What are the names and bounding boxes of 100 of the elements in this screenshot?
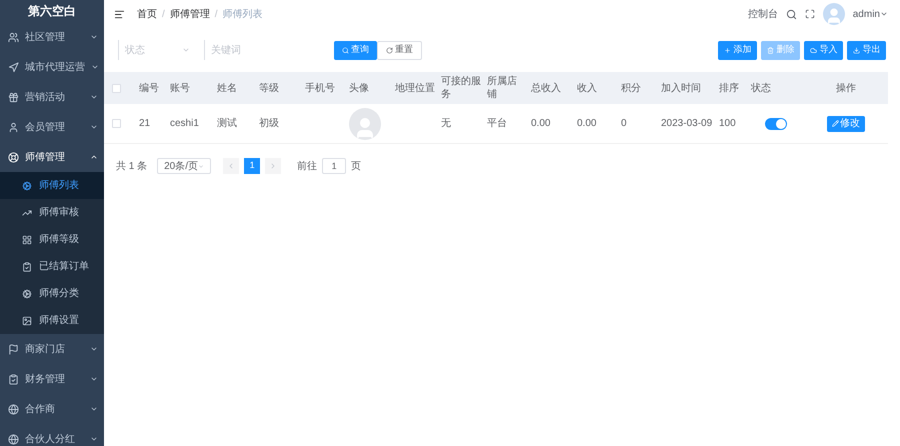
- clipboard-icon: [8, 374, 19, 384]
- table-cell-text: 0.00: [531, 117, 550, 131]
- menu-item[interactable]: 商家门店: [0, 334, 104, 364]
- checkbox[interactable]: [112, 119, 121, 128]
- grid-icon: [22, 234, 32, 244]
- user-icon: [8, 122, 19, 132]
- chevron-icon: [90, 153, 98, 161]
- table-cell-text: ceshi1: [170, 117, 199, 131]
- chevron-icon: [91, 63, 99, 71]
- flag-icon: [8, 344, 19, 354]
- gift-icon: [8, 92, 19, 102]
- plus-icon: [724, 46, 730, 54]
- breadcrumb-separator: /: [162, 8, 165, 22]
- page-button[interactable]: 1: [244, 158, 260, 174]
- navigation-icon: [8, 62, 19, 72]
- table-cell-text: 100: [719, 117, 736, 131]
- logo: 第六空白: [27, 3, 77, 20]
- column-header: 姓名: [217, 82, 237, 94]
- menu-item[interactable]: 城市代理运营: [0, 52, 104, 82]
- menu-item[interactable]: 合作商: [0, 394, 104, 424]
- breadcrumb-item: 师傅列表: [222, 8, 263, 22]
- download-icon: [852, 46, 860, 54]
- column-header: 状态: [751, 82, 771, 94]
- page-unit: 页: [351, 160, 362, 174]
- globe-icon: [8, 434, 19, 444]
- submenu-item[interactable]: 师傅审核: [0, 199, 104, 226]
- search-icon: [342, 46, 349, 54]
- gear-icon: [22, 288, 32, 298]
- table-cell-text: 0.00: [577, 117, 596, 131]
- avatar: [349, 108, 381, 140]
- chevron-icon: [90, 345, 98, 353]
- column-header: 头像: [349, 82, 369, 94]
- column-header: 操作: [836, 82, 856, 94]
- reset-button[interactable]: 重置: [377, 40, 422, 60]
- column-header: 编号: [139, 82, 159, 94]
- submenu-item[interactable]: 已结算订单: [0, 253, 104, 280]
- chevron-icon: [90, 33, 98, 41]
- chevron-icon[interactable]: [880, 10, 888, 18]
- table-cell-text: 0: [621, 117, 627, 131]
- edit-button[interactable]: 修改: [827, 116, 865, 132]
- menu-item[interactable]: 财务管理: [0, 364, 104, 394]
- image-icon: [22, 316, 32, 326]
- chevron-icon: [198, 162, 204, 170]
- column-header: 等级: [259, 82, 279, 94]
- column-header: 账号: [170, 82, 190, 94]
- chevron-icon: [90, 375, 98, 383]
- chevron-icon: [90, 405, 98, 413]
- column-header: 所属店铺: [487, 76, 517, 100]
- column-header: 地理位置: [395, 82, 435, 94]
- column-header: 手机号: [305, 82, 335, 94]
- submenu-item[interactable]: 师傅设置: [0, 307, 104, 334]
- breadcrumb-separator: /: [214, 8, 218, 22]
- toolbar-button[interactable]: 导入: [804, 40, 843, 60]
- query-button[interactable]: 查询: [334, 40, 377, 60]
- keyword-field[interactable]: 关键词: [204, 40, 320, 60]
- column-header: 积分: [621, 82, 641, 94]
- gear-icon: [22, 180, 32, 190]
- fullscreen-icon[interactable]: [804, 9, 815, 19]
- lifebuoy-icon: [8, 152, 19, 162]
- globe-icon: [8, 404, 19, 414]
- page-size-select[interactable]: 20条/页: [157, 158, 212, 174]
- breadcrumb-item[interactable]: 首页: [137, 6, 157, 22]
- page-field[interactable]: 1: [322, 158, 346, 174]
- table-cell-text: 2023-03-09: [661, 117, 712, 131]
- breadcrumb-item[interactable]: 师傅管理: [170, 6, 210, 22]
- submenu-item[interactable]: 师傅分类: [0, 280, 104, 307]
- users-icon: [8, 32, 19, 42]
- clipboard-icon: [22, 262, 32, 272]
- column-header: 收入: [577, 82, 597, 94]
- trash-icon: [766, 46, 774, 54]
- search-icon[interactable]: [786, 8, 797, 20]
- column-header: 排序: [719, 82, 739, 94]
- table-cell-text: 21: [139, 117, 150, 131]
- refresh-icon: [386, 46, 393, 54]
- table-cell-text: 平台: [487, 116, 507, 131]
- table-cell-text: 测试: [217, 116, 237, 131]
- checkbox[interactable]: [112, 84, 121, 92]
- submenu-item[interactable]: 师傅列表: [0, 172, 104, 199]
- menu-item[interactable]: 会员管理: [0, 112, 104, 142]
- chevron-icon: [90, 435, 98, 443]
- chevron-icon: [182, 46, 190, 54]
- total-count: 共 1 条: [116, 160, 148, 174]
- toolbar-button[interactable]: 导出: [847, 40, 886, 60]
- column-header: 总收入: [531, 82, 561, 94]
- table-cell-text: 无: [441, 117, 451, 131]
- column-header: 加入时间: [661, 82, 701, 94]
- chevron-icon: [90, 123, 98, 131]
- menu-item[interactable]: 合伙人分红: [0, 424, 104, 446]
- menu-item[interactable]: 营销活动: [0, 82, 104, 112]
- menu-icon[interactable]: [114, 8, 125, 20]
- toolbar-button[interactable]: 添加: [718, 40, 757, 60]
- submenu-item[interactable]: 师傅等级: [0, 226, 104, 253]
- user-menu[interactable]: admin: [852, 6, 880, 22]
- cloud-icon: [810, 46, 816, 54]
- pencil-icon: [832, 120, 839, 127]
- table-cell-text: 初级: [259, 116, 279, 131]
- menu-item[interactable]: 师傅管理: [0, 142, 104, 172]
- menu-item[interactable]: 社区管理: [0, 22, 104, 52]
- status-switch[interactable]: [765, 118, 787, 130]
- console-link[interactable]: 控制台: [748, 6, 778, 22]
